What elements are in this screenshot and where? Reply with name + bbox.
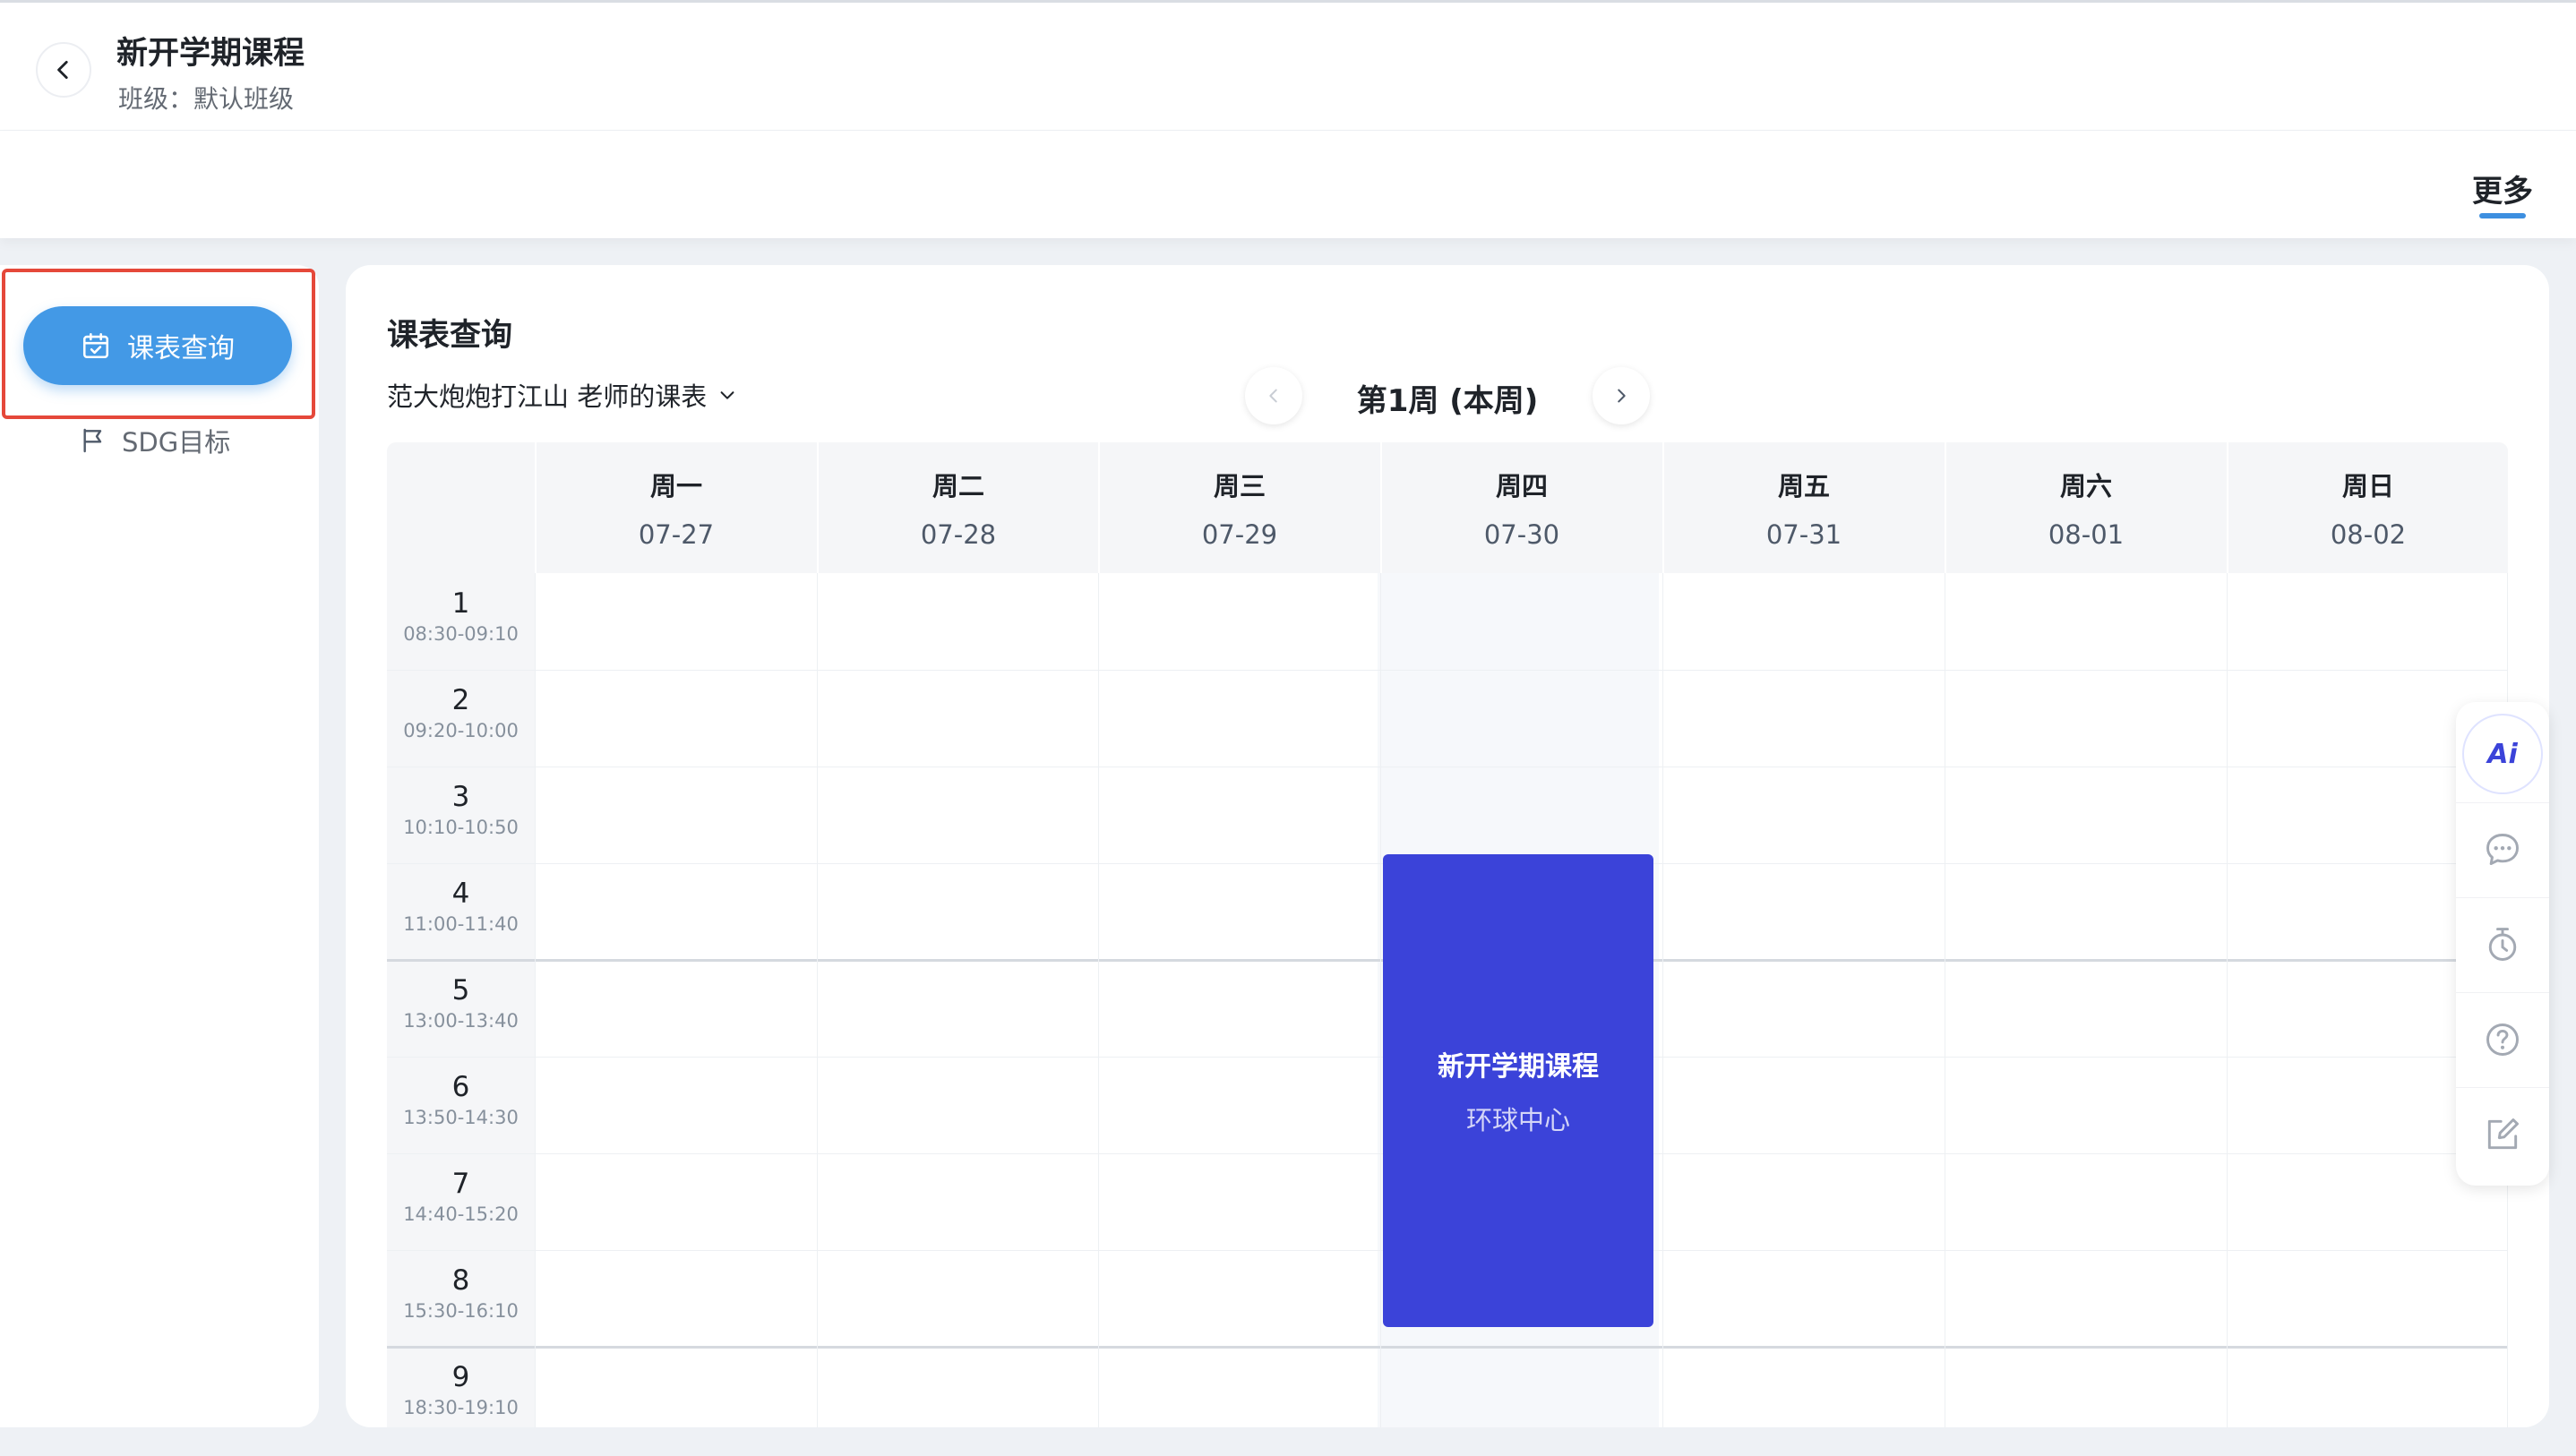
period-number: 3 [451,781,470,813]
chat-icon [2486,833,2519,865]
period-cell: 5 13:00-13:40 [387,960,535,1057]
timer-button[interactable] [2456,897,2549,990]
period-cell: 9 18:30-19:10 [387,1347,535,1427]
day-header: 周二 07-28 [817,442,1098,573]
period-cell: 3 10:10-10:50 [387,767,535,863]
period-cell: 1 08:30-09:10 [387,573,535,670]
help-icon [2486,1023,2519,1056]
page-bottom-background [0,1440,2576,1456]
period-time: 10:10-10:50 [403,817,519,838]
day-header: 周三 07-29 [1098,442,1379,573]
period-time: 15:30-16:10 [403,1300,519,1322]
period-time: 11:00-11:40 [403,913,519,935]
chevron-left-icon [57,60,68,80]
row-divider [387,670,2508,671]
chevron-right-icon [1618,389,1626,403]
period-column: 1 08:30-09:10 2 09:20-10:00 3 10:10-10:50 4… [387,573,535,1427]
top-header: 新开学期课程 班级：默认班级 [0,0,2576,131]
period-number: 1 [451,587,470,620]
sidebar-item-label: SDG目标 [122,427,231,458]
floating-toolbar: Ai [2456,702,2549,1186]
period-number: 6 [451,1071,470,1103]
section-divider [387,1346,2508,1349]
day-date: 07-28 [920,519,997,550]
day-name: 周四 [1495,471,1548,501]
period-time: 08:30-09:10 [403,623,519,645]
teacher-select-dropdown[interactable]: 范大炮炮打江山 老师的课表 [387,376,737,414]
day-date: 07-30 [1483,519,1560,550]
more-tab[interactable]: 更多 [2472,167,2533,210]
period-number: 7 [451,1168,470,1200]
day-name: 周日 [2341,471,2394,501]
next-week-button[interactable] [1593,367,1650,424]
column-divider [1662,573,1663,1427]
grid-header-row: 周一 07-27 周二 07-28 周三 07-29 周四 07-30 周五 07-31 … [387,442,2508,573]
schedule-grid: 周一 07-27 周二 07-28 周三 07-29 周四 07-30 周五 07-31 … [387,442,2508,1427]
day-date: 08-01 [2048,519,2125,550]
period-cell: 4 11:00-11:40 [387,863,535,960]
prev-week-button[interactable] [1245,367,1302,424]
day-name: 周五 [1777,471,1830,501]
period-time: 13:50-14:30 [403,1107,519,1128]
timer-icon [2488,927,2517,961]
day-date: 08-02 [2330,519,2407,550]
active-tab-indicator [2479,213,2526,218]
week-label: 第1周 (本周) [1356,383,1539,419]
chevron-left-icon [1269,389,1277,403]
period-cell: 8 15:30-16:10 [387,1250,535,1347]
course-block[interactable]: 新开学期课程 环球中心 [1383,854,1653,1327]
back-button[interactable] [36,42,91,98]
flag-icon [83,428,102,453]
help-button[interactable] [2456,992,2549,1085]
period-time: 14:40-15:20 [403,1203,519,1225]
chat-button[interactable] [2456,802,2549,895]
page-title: 新开学期课程 [116,36,305,72]
day-name: 周三 [1213,471,1266,501]
day-header: 周六 08-01 [1945,442,2226,573]
day-header: 周日 08-02 [2227,442,2508,573]
period-cell: 2 09:20-10:00 [387,670,535,767]
sub-navigation: 更多 [0,131,2576,238]
teacher-select-value: 范大炮炮打江山 老师的课表 [387,381,708,412]
column-divider [1098,573,1099,1427]
day-name: 周六 [2059,471,2112,501]
day-date: 07-27 [638,519,715,550]
day-name: 周二 [932,471,984,501]
card-title: 课表查询 [387,318,513,354]
column-divider [817,573,818,1427]
day-header: 周一 07-27 [535,442,816,573]
day-name: 周一 [649,471,702,501]
class-subtitle: 班级：默认班级 [118,84,295,114]
period-number: 4 [451,878,470,910]
period-number: 2 [451,684,470,716]
period-number: 5 [451,974,470,1006]
day-date: 07-31 [1765,519,1842,550]
edit-icon [2487,1118,2519,1149]
sidebar-item-sdg-goals[interactable]: SDG目标 [79,421,230,460]
period-cell: 6 13:50-14:30 [387,1057,535,1153]
sidebar-item-schedule-query[interactable]: 课表查询 [23,306,292,385]
ai-icon: Ai [2462,714,2543,794]
schedule-card: 课表查询 范大炮炮打江山 老师的课表 第1周 (本周) 周一 07-27 周二 07… [346,265,2549,1427]
ai-assistant-button[interactable]: Ai [2456,707,2549,801]
chevron-down-icon [720,391,734,399]
column-divider [535,573,536,1427]
column-divider [1380,573,1381,1427]
course-location: 环球中心 [1465,1105,1570,1135]
edit-button[interactable] [2456,1087,2549,1180]
sidebar-item-label: 课表查询 [127,333,235,364]
day-header-today: 周四 07-30 [1380,442,1662,573]
period-number: 8 [451,1264,470,1297]
column-divider [2227,573,2228,1427]
period-cell: 7 14:40-15:20 [387,1153,535,1250]
period-time: 09:20-10:00 [403,720,519,741]
course-name: 新开学期课程 [1438,1051,1599,1083]
day-date: 07-29 [1201,519,1278,550]
period-time: 18:30-19:10 [403,1397,519,1418]
calendar-check-icon [82,332,109,359]
day-header: 周五 07-31 [1662,442,1944,573]
period-time: 13:00-13:40 [403,1010,519,1032]
period-number: 9 [451,1361,470,1393]
